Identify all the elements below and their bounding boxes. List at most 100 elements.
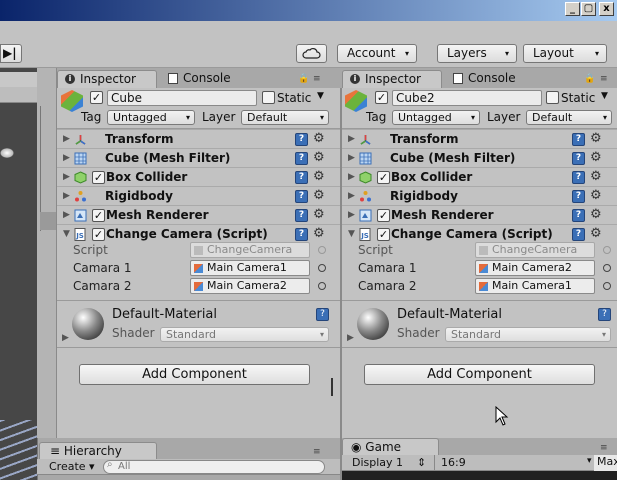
object-name-input[interactable]: Cube2 (392, 90, 542, 106)
gear-icon[interactable]: ⚙ (590, 130, 602, 148)
fold-arrow-icon[interactable]: ▶ (63, 206, 70, 224)
scene-search-bar[interactable] (0, 87, 37, 103)
help-icon[interactable]: ? (295, 171, 308, 184)
step-button[interactable]: ▶| (0, 44, 22, 63)
camara2-field[interactable]: Main Camera2 (190, 278, 310, 294)
shader-dropdown[interactable]: Standard ▾ (445, 327, 611, 342)
panel-menu-icon[interactable]: ≡ (600, 443, 608, 453)
camara2-field[interactable]: Main Camera1 (475, 278, 595, 294)
component-enabled-checkbox[interactable]: ✓ (92, 228, 105, 241)
static-checkbox[interactable] (262, 91, 275, 104)
gear-icon[interactable]: ⚙ (313, 187, 325, 205)
gear-icon[interactable]: ⚙ (590, 225, 602, 243)
help-icon[interactable]: ? (295, 133, 308, 146)
component-enabled-checkbox[interactable]: ✓ (92, 171, 105, 184)
active-checkbox[interactable]: ✓ (375, 91, 388, 104)
help-icon[interactable]: ? (295, 209, 308, 222)
component-row[interactable]: ▶ Cube (Mesh Filter)? ⚙ (57, 148, 340, 167)
component-enabled-checkbox[interactable]: ✓ (377, 228, 390, 241)
component-row[interactable]: ▶ Cube (Mesh Filter)? ⚙ (342, 148, 617, 167)
chevron-down-icon[interactable]: ▼ (317, 91, 324, 101)
static-checkbox[interactable] (546, 91, 559, 104)
help-icon[interactable]: ? (295, 152, 308, 165)
tab-inspector-right[interactable]: i Inspector (342, 70, 442, 88)
fold-arrow-icon[interactable]: ▶ (348, 130, 355, 148)
lock-icon[interactable]: 🔒 (298, 74, 309, 84)
layers-dropdown[interactable]: Layers ▾ (437, 44, 517, 63)
cloud-button[interactable] (296, 44, 327, 63)
panel-menu-icon[interactable]: ≡ (313, 74, 321, 84)
camara1-field[interactable]: Main Camera2 (475, 260, 595, 276)
hierarchy-search-input[interactable]: All (103, 460, 325, 474)
object-picker-icon[interactable] (318, 264, 326, 272)
tab-inspector-left[interactable]: i Inspector (57, 70, 157, 88)
display-dropdown[interactable]: Display 1 ⇕ (352, 456, 426, 469)
add-component-button[interactable]: Add Component (364, 364, 595, 385)
object-picker-icon[interactable] (318, 282, 326, 290)
gear-icon[interactable]: ⚙ (313, 206, 325, 224)
component-row[interactable]: ▶ ✓ Box Collider? ⚙ (57, 167, 340, 186)
chevron-down-icon[interactable]: ▼ (601, 91, 608, 101)
shader-dropdown[interactable]: Standard ▾ (160, 327, 329, 342)
help-icon[interactable]: ? (295, 228, 308, 241)
component-row[interactable]: ▶ ✓ Box Collider? ⚙ (342, 167, 617, 186)
tab-game[interactable]: ◉ Game (342, 438, 439, 456)
panel-menu-icon[interactable]: ≡ (600, 74, 608, 84)
fold-open-icon[interactable]: ▼ (348, 225, 355, 243)
account-dropdown[interactable]: Account ▾ (337, 44, 417, 63)
help-icon[interactable]: ? (572, 133, 585, 146)
panel-menu-icon[interactable]: ≡ (313, 447, 321, 457)
component-row[interactable]: ▶ Rigidbody? ⚙ (342, 186, 617, 205)
add-component-button[interactable]: Add Component (79, 364, 310, 385)
component-row[interactable]: ▶ ✓ Mesh Renderer? ⚙ (57, 205, 340, 224)
minimize-button[interactable]: _ (565, 2, 580, 16)
component-row[interactable]: ▶ ✓ Mesh Renderer? ⚙ (342, 205, 617, 224)
fold-arrow-icon[interactable]: ▶ (348, 187, 355, 205)
camara1-field[interactable]: Main Camera1 (190, 260, 310, 276)
object-picker-icon[interactable] (603, 264, 611, 272)
help-icon[interactable]: ? (316, 308, 329, 321)
component-enabled-checkbox[interactable]: ✓ (377, 171, 390, 184)
fold-arrow-icon[interactable]: ▶ (63, 130, 70, 148)
help-icon[interactable]: ? (572, 190, 585, 203)
tag-dropdown[interactable]: Untagged ▾ (107, 110, 195, 125)
help-icon[interactable]: ? (572, 209, 585, 222)
gear-icon[interactable]: ⚙ (313, 225, 325, 243)
gear-icon[interactable]: ⚙ (313, 168, 325, 186)
gear-icon[interactable]: ⚙ (590, 206, 602, 224)
layer-dropdown[interactable]: Default ▾ (241, 110, 329, 125)
fold-arrow-icon[interactable]: ▶ (62, 333, 69, 343)
aspect-dropdown[interactable]: 16:9 (441, 456, 466, 469)
component-row[interactable]: ▶ Transform? ⚙ (342, 129, 617, 148)
component-row[interactable]: ▼ JS ✓ Change Camera (Script)? ⚙ (342, 224, 617, 243)
create-dropdown[interactable]: Create ▾ (49, 460, 95, 473)
help-icon[interactable]: ? (598, 308, 611, 321)
fold-open-icon[interactable]: ▼ (63, 225, 70, 243)
fold-arrow-icon[interactable]: ▶ (63, 187, 70, 205)
chevron-down-icon[interactable]: ▾ (587, 456, 592, 466)
help-icon[interactable]: ? (572, 171, 585, 184)
component-row[interactable]: ▶ Transform? ⚙ (57, 129, 340, 148)
component-enabled-checkbox[interactable]: ✓ (377, 209, 390, 222)
object-picker-icon[interactable] (603, 282, 611, 290)
component-enabled-checkbox[interactable]: ✓ (92, 209, 105, 222)
tag-dropdown[interactable]: Untagged ▾ (392, 110, 480, 125)
help-icon[interactable]: ? (572, 228, 585, 241)
component-row[interactable]: ▼ JS ✓ Change Camera (Script)? ⚙ (57, 224, 340, 243)
gear-icon[interactable]: ⚙ (590, 149, 602, 167)
scrollbar-thumb[interactable] (331, 378, 333, 396)
lock-icon[interactable]: 🔒 (584, 74, 595, 84)
close-button[interactable]: x (599, 2, 614, 16)
gear-icon[interactable]: ⚙ (313, 130, 325, 148)
help-icon[interactable]: ? (572, 152, 585, 165)
help-icon[interactable]: ? (295, 190, 308, 203)
maximize-toggle[interactable]: Max (594, 455, 617, 471)
restore-button[interactable]: ▢ (581, 2, 596, 16)
component-row[interactable]: ▶ Rigidbody? ⚙ (57, 186, 340, 205)
fold-arrow-icon[interactable]: ▶ (348, 168, 355, 186)
tab-hierarchy[interactable]: ≡ Hierarchy (39, 442, 157, 460)
fold-arrow-icon[interactable]: ▶ (348, 206, 355, 224)
fold-arrow-icon[interactable]: ▶ (63, 149, 70, 167)
active-checkbox[interactable]: ✓ (90, 91, 103, 104)
tab-console-right[interactable]: Console (446, 70, 536, 88)
